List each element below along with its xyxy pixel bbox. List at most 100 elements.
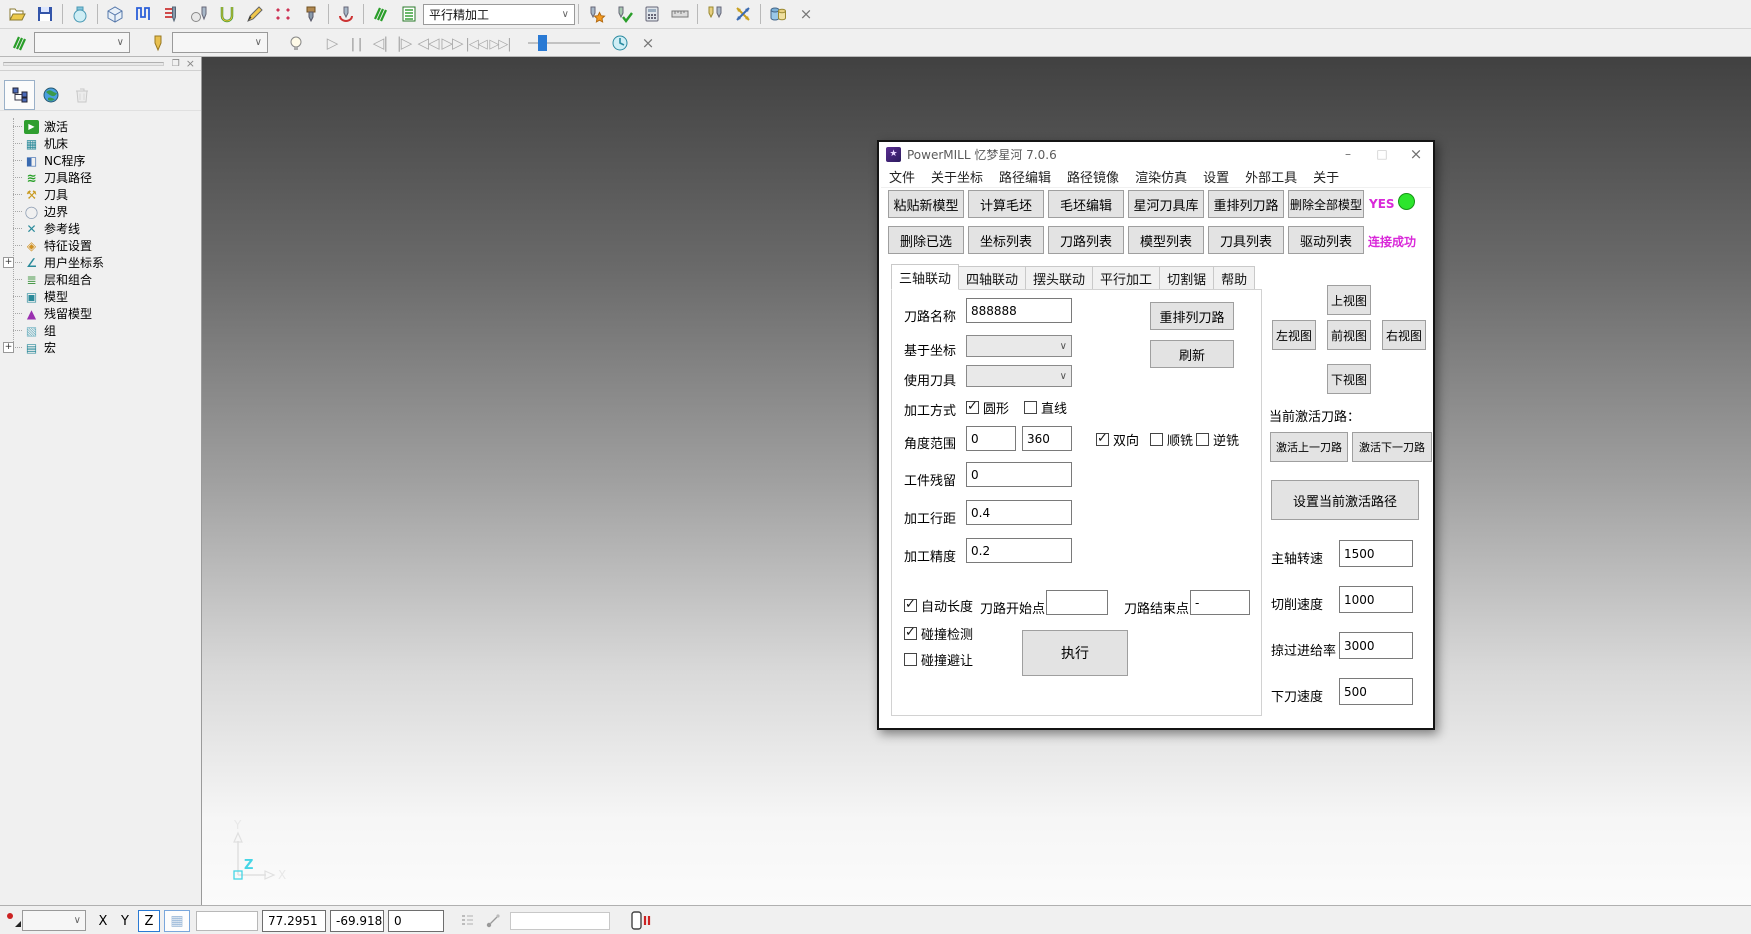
sim-toolbar-close-button[interactable] (634, 30, 662, 56)
tab-world-view[interactable] (35, 80, 66, 110)
block-edit-button[interactable]: 毛坯编辑 (1048, 190, 1124, 218)
tree-item-group[interactable]: 组 (0, 322, 201, 339)
draw-marker-icon[interactable] (5, 911, 21, 929)
toolbar-close-button[interactable] (792, 1, 820, 27)
stock-allowance-input[interactable]: 0 (966, 462, 1072, 487)
snap-value-field[interactable] (196, 911, 258, 931)
checkbox-checked-icon[interactable] (904, 627, 917, 640)
coord-list-button[interactable]: 坐标列表 (968, 226, 1044, 254)
menu-file[interactable]: 文件 (881, 167, 923, 186)
float-window-icon[interactable] (169, 59, 183, 69)
menu-settings[interactable]: 设置 (1195, 167, 1237, 186)
view-front-button[interactable]: 前视图 (1327, 320, 1371, 350)
blank-project-button[interactable] (66, 1, 94, 27)
view-bottom-button[interactable]: 下视图 (1327, 364, 1371, 394)
coord-y-field[interactable]: -69.918 (330, 910, 384, 932)
tree-item-feature-set[interactable]: 特征设置 (0, 237, 201, 254)
checkbox-checked-icon[interactable] (966, 401, 979, 414)
strategy-preset-dropdown[interactable]: 平行精加工 (423, 4, 575, 25)
tree-item-toolpath[interactable]: 刀具路径 (0, 169, 201, 186)
compare-models-button[interactable] (764, 1, 792, 27)
panel-close-icon[interactable] (183, 57, 198, 70)
calc-block-button[interactable]: 计算毛坯 (968, 190, 1044, 218)
status-dropdown[interactable] (22, 910, 86, 931)
coord-x-field[interactable]: 77.2951 (262, 910, 326, 932)
pause-button[interactable] (344, 34, 368, 52)
menu-render-sim[interactable]: 渲染仿真 (1127, 167, 1195, 186)
rearrange-button[interactable]: 重排列刀路 (1150, 302, 1234, 330)
sim-toolpath-button[interactable] (6, 30, 34, 56)
activate-next-toolpath-button[interactable]: 激活下一刀路 (1352, 432, 1432, 462)
measure-button[interactable] (666, 1, 694, 27)
tab-parallel[interactable]: 平行加工 (1093, 266, 1160, 290)
tree-item-machine[interactable]: 机床 (0, 135, 201, 152)
tree-item-workplane[interactable]: 用户坐标系 (0, 254, 201, 271)
tool-pair-button[interactable] (701, 1, 729, 27)
create-block-button[interactable] (101, 1, 129, 27)
step-back-button[interactable] (368, 34, 392, 52)
points-button[interactable] (269, 1, 297, 27)
plunge-feed-input[interactable]: 500 (1339, 678, 1413, 705)
drill-tool-button[interactable] (297, 1, 325, 27)
delete-selected-button[interactable]: 删除已选 (888, 226, 964, 254)
axis-y-button[interactable]: Y (114, 910, 136, 932)
set-active-path-button[interactable]: 设置当前激活路径 (1271, 480, 1419, 520)
expand-icon[interactable] (3, 257, 14, 268)
tab-saw[interactable]: 切割锯 (1160, 266, 1214, 290)
tab-head-tilt[interactable]: 摆头联动 (1026, 266, 1093, 290)
menu-external-tools[interactable]: 外部工具 (1237, 167, 1305, 186)
go-start-button[interactable] (464, 34, 488, 52)
execute-button[interactable]: 执行 (1022, 630, 1128, 676)
raster-toolpath-button[interactable] (129, 1, 157, 27)
checkbox-icon[interactable] (1024, 401, 1037, 414)
spindle-speed-input[interactable]: 1500 (1339, 540, 1413, 567)
play-button[interactable] (320, 34, 344, 52)
tree-item-boundary[interactable]: 边界 (0, 203, 201, 220)
menu-about-coords[interactable]: 关于坐标 (923, 167, 991, 186)
view-left-button[interactable]: 左视图 (1272, 320, 1316, 350)
cutting-feed-input[interactable]: 1000 (1339, 586, 1413, 613)
toolpath-name-input[interactable]: 888888 (966, 298, 1072, 323)
collision-avoid-checkbox[interactable]: 碰撞避让 (904, 650, 973, 669)
collision-check-button[interactable] (332, 1, 360, 27)
grid-snap-button[interactable] (164, 910, 190, 932)
expand-icon[interactable] (3, 342, 14, 353)
close-icon[interactable] (1399, 142, 1433, 166)
rewind-button[interactable] (416, 34, 440, 52)
sim-clock-button[interactable] (606, 30, 634, 56)
refresh-button[interactable]: 刷新 (1150, 340, 1234, 368)
checkbox-icon[interactable] (1150, 433, 1163, 446)
pattern-button[interactable] (157, 1, 185, 27)
menu-about[interactable]: 关于 (1305, 167, 1347, 186)
circle-checkbox[interactable]: 圆形 (966, 398, 1009, 417)
sim-tool-dropdown[interactable] (172, 32, 268, 53)
coord-z-field[interactable]: 0 (388, 910, 444, 932)
view-right-button[interactable]: 右视图 (1382, 320, 1426, 350)
maximize-icon[interactable] (1365, 142, 1399, 166)
tree-item-tool[interactable]: 刀具 (0, 186, 201, 203)
checkbox-icon[interactable] (904, 653, 917, 666)
tree-item-model[interactable]: 模型 (0, 288, 201, 305)
rearrange-toolpaths-button[interactable]: 重排列刀路 (1208, 190, 1284, 218)
tab-recycle-bin[interactable] (66, 80, 97, 110)
delete-all-models-button[interactable]: 删除全部模型 (1288, 190, 1364, 218)
sim-speed-slider[interactable] (528, 34, 600, 52)
checkbox-icon[interactable] (1196, 433, 1209, 446)
axis-z-button[interactable]: Z (138, 910, 160, 932)
checkbox-checked-icon[interactable] (904, 599, 917, 612)
leads-links-button[interactable] (213, 1, 241, 27)
tree-item-nc-program[interactable]: NC程序 (0, 152, 201, 169)
tolerance-input[interactable]: 0.2 (966, 538, 1072, 563)
based-coord-dropdown[interactable] (966, 335, 1072, 357)
shade-button[interactable] (282, 30, 310, 56)
calculator-button[interactable] (638, 1, 666, 27)
open-file-button[interactable] (3, 1, 31, 27)
angle-to-input[interactable]: 360 (1022, 426, 1072, 451)
tab-explorer-tree[interactable] (4, 80, 35, 110)
tool-library-button[interactable]: 星河刀具库 (1128, 190, 1204, 218)
skim-feed-input[interactable]: 3000 (1339, 632, 1413, 659)
tool-list-button[interactable]: 刀具列表 (1208, 226, 1284, 254)
collision-check-checkbox[interactable]: 碰撞检测 (904, 624, 973, 643)
tool-ball-button[interactable] (185, 1, 213, 27)
fast-forward-button[interactable] (440, 34, 464, 52)
